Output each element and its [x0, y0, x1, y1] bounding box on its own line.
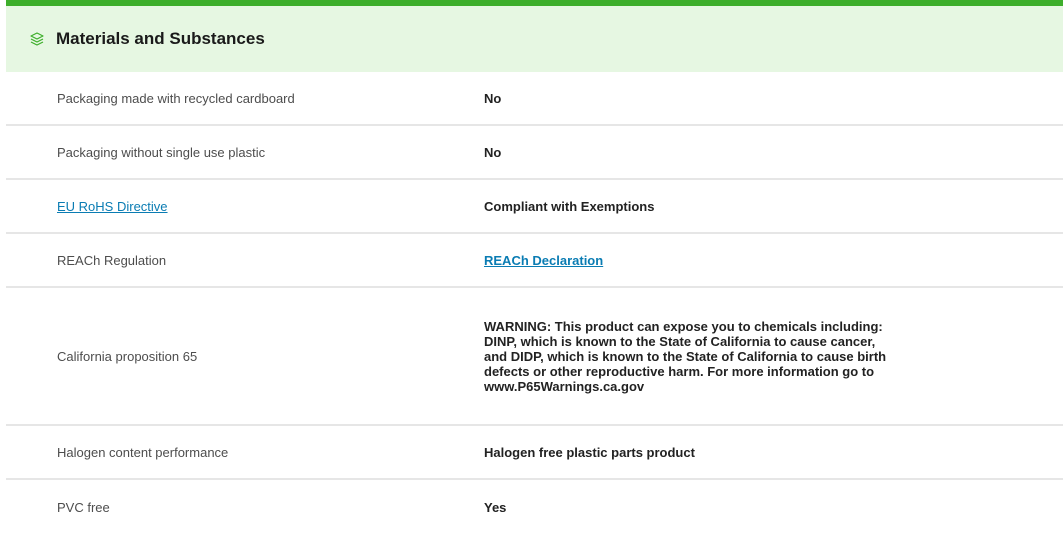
row-value-cell: REACh Declaration [484, 253, 1063, 268]
table-row: California proposition 65 WARNING: This … [6, 288, 1063, 426]
materials-substances-panel: Materials and Substances Packaging made … [6, 0, 1063, 532]
row-value: No [484, 144, 502, 160]
table-row: Packaging without single use plastic No [6, 126, 1063, 180]
layers-icon [28, 30, 46, 48]
row-value: Halogen free plastic parts product [484, 444, 695, 460]
eu-rohs-directive-link[interactable]: EU RoHS Directive [57, 199, 168, 214]
row-label: California proposition 65 [57, 348, 198, 364]
row-value: Compliant with Exemptions [484, 198, 655, 214]
row-label: Packaging without single use plastic [57, 144, 266, 160]
reach-declaration-link[interactable]: REACh Declaration [484, 253, 603, 268]
section-title: Materials and Substances [56, 29, 265, 48]
table-row: Packaging made with recycled cardboard N… [6, 72, 1063, 126]
row-value: Yes [484, 499, 507, 515]
row-label: PVC free [57, 499, 110, 515]
table-row: REACh Regulation REACh Declaration [6, 234, 1063, 288]
table-row: Halogen content performance Halogen free… [6, 426, 1063, 480]
row-label: Halogen content performance [57, 444, 229, 460]
table-row: PVC free Yes [6, 480, 1063, 534]
row-label: Packaging made with recycled cardboard [57, 90, 295, 106]
table-row: EU RoHS Directive Compliant with Exempti… [6, 180, 1063, 234]
row-value: No [484, 90, 502, 106]
prop65-warning-text: WARNING: This product can expose you to … [484, 318, 887, 394]
row-label: REACh Regulation [57, 252, 167, 268]
row-label-cell: EU RoHS Directive [6, 199, 484, 214]
section-header: Materials and Substances [6, 6, 1063, 72]
